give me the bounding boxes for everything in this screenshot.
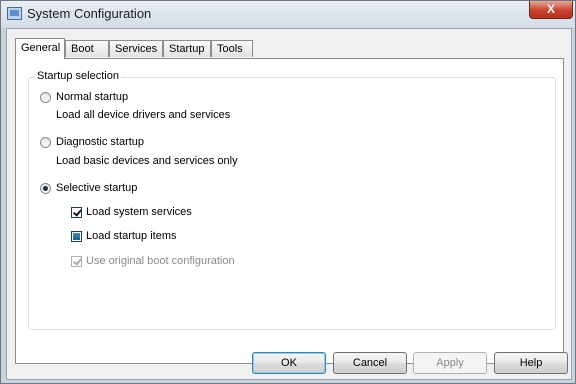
diagnostic-startup-description: Load basic devices and services only xyxy=(56,155,238,167)
normal-startup-description: Load all device drivers and services xyxy=(56,109,231,121)
load-system-services-checkbox[interactable] xyxy=(71,207,82,218)
general-tab-panel: Startup selection Normal startup Load al… xyxy=(15,58,564,364)
diagnostic-startup-label[interactable]: Diagnostic startup xyxy=(56,136,144,148)
system-config-icon[interactable] xyxy=(7,7,22,20)
startup-selection-label: Startup selection xyxy=(35,70,121,82)
dialog-body: General Boot Services Startup Tools Star… xyxy=(6,28,572,380)
selective-startup-label[interactable]: Selective startup xyxy=(56,182,137,194)
load-startup-items-checkbox[interactable] xyxy=(71,231,82,242)
close-icon: X xyxy=(546,2,555,16)
tab-tools[interactable]: Tools xyxy=(211,40,253,57)
apply-button: Apply xyxy=(413,352,487,374)
close-button[interactable]: X xyxy=(529,1,573,19)
use-original-boot-config-label: Use original boot configuration xyxy=(86,255,235,267)
help-button[interactable]: Help xyxy=(494,352,568,374)
ok-button[interactable]: OK xyxy=(252,352,326,374)
normal-startup-label[interactable]: Normal startup xyxy=(56,91,128,103)
normal-startup-radio[interactable] xyxy=(40,92,51,103)
tab-boot[interactable]: Boot xyxy=(65,40,109,57)
system-configuration-window: System Configuration X General Boot Serv… xyxy=(0,0,576,384)
tab-services[interactable]: Services xyxy=(109,40,163,57)
diagnostic-startup-radio[interactable] xyxy=(40,137,51,148)
window-title: System Configuration xyxy=(27,6,152,21)
use-original-boot-config-checkbox xyxy=(71,256,82,267)
selective-startup-radio[interactable] xyxy=(40,183,51,194)
load-system-services-label[interactable]: Load system services xyxy=(86,206,192,218)
title-bar[interactable]: System Configuration xyxy=(1,1,575,28)
cancel-button[interactable]: Cancel xyxy=(333,352,407,374)
load-startup-items-label[interactable]: Load startup items xyxy=(86,230,177,242)
tab-startup[interactable]: Startup xyxy=(163,40,211,57)
tab-general[interactable]: General xyxy=(15,38,65,59)
